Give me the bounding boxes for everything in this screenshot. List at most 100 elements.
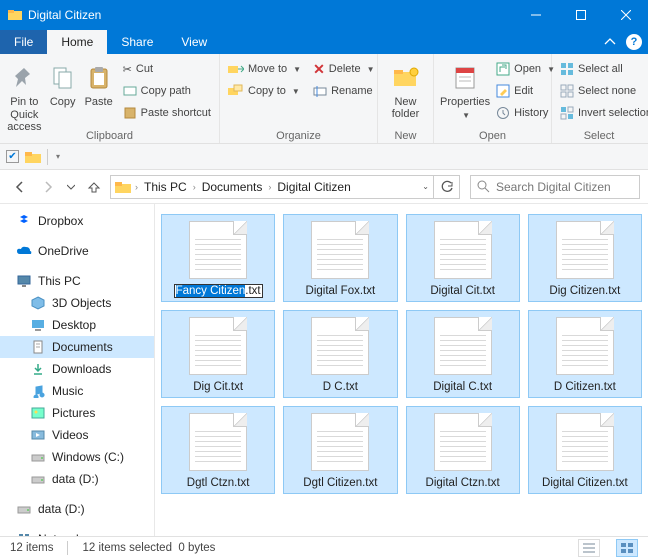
tree-cdrive[interactable]: Windows (C:) <box>0 446 154 468</box>
close-button[interactable] <box>603 0 648 30</box>
copy-button[interactable]: Copy <box>45 58 81 127</box>
qat-dropdown-icon[interactable]: ▾ <box>56 152 60 161</box>
tree-ddrive[interactable]: data (D:) <box>0 468 154 490</box>
address-bar[interactable]: › This PC › Documents › Digital Citizen … <box>110 175 434 199</box>
tree-ddrive-root[interactable]: data (D:) <box>0 498 154 520</box>
properties-icon <box>449 62 481 94</box>
file-item[interactable]: Fancy Citizen.txt <box>161 214 275 302</box>
objects3d-icon <box>30 295 46 311</box>
tree-music[interactable]: Music <box>0 380 154 402</box>
file-item[interactable]: Digital Ctzn.txt <box>406 406 520 494</box>
rename-icon <box>313 84 327 98</box>
tree-desktop[interactable]: Desktop <box>0 314 154 336</box>
search-icon <box>477 180 490 193</box>
invert-selection-button[interactable]: Invert selection <box>556 102 648 124</box>
address-dropdown-icon[interactable]: ⌄ <box>422 182 429 191</box>
status-bar: 12 items 12 items selected 0 bytes <box>0 536 648 558</box>
quick-access-row: ✔ ▾ <box>0 144 648 170</box>
new-folder-button[interactable]: New folder <box>382 58 429 127</box>
tab-share[interactable]: Share <box>107 30 167 54</box>
navigation-tree[interactable]: Dropbox OneDrive This PC 3D Objects Desk… <box>0 204 155 536</box>
file-item[interactable]: D Citizen.txt <box>528 310 642 398</box>
tree-network[interactable]: Network <box>0 528 154 536</box>
breadcrumb-documents[interactable]: Documents <box>200 180 265 194</box>
rename-input[interactable]: Fancy Citizen.txt <box>174 284 263 298</box>
history-icon <box>496 106 510 120</box>
move-icon <box>228 62 244 76</box>
open-icon <box>496 62 510 76</box>
up-button[interactable] <box>82 175 106 199</box>
file-item[interactable]: D C.txt <box>283 310 397 398</box>
tree-pictures[interactable]: Pictures <box>0 402 154 424</box>
file-pane[interactable]: Fancy Citizen.txtDigital Fox.txtDigital … <box>155 204 648 536</box>
tree-videos[interactable]: Videos <box>0 424 154 446</box>
file-item[interactable]: Digital Fox.txt <box>283 214 397 302</box>
copy-icon <box>47 62 79 94</box>
icons-view-button[interactable] <box>616 539 638 557</box>
pin-to-quick-access-button[interactable]: Pin to Quick access <box>4 58 45 127</box>
tree-3dobjects[interactable]: 3D Objects <box>0 292 154 314</box>
select-all-checkbox[interactable]: ✔ <box>6 150 19 163</box>
details-view-button[interactable] <box>578 539 600 557</box>
collapse-ribbon-icon[interactable] <box>604 36 616 48</box>
text-file-icon <box>556 413 614 471</box>
cut-button[interactable]: ✂Cut <box>119 58 215 80</box>
ribbon-group-new: New folder New <box>378 54 434 143</box>
maximize-button[interactable] <box>558 0 603 30</box>
copy-to-button[interactable]: Copy to▼ <box>224 80 305 102</box>
breadcrumb-thispc[interactable]: This PC <box>142 180 189 194</box>
text-file-icon <box>556 317 614 375</box>
forward-button[interactable] <box>36 175 60 199</box>
tab-home[interactable]: Home <box>47 30 107 54</box>
move-to-button[interactable]: Move to▼ <box>224 58 305 80</box>
properties-button[interactable]: Properties ▼ <box>438 58 492 127</box>
paste-button[interactable]: Paste <box>81 58 117 127</box>
file-item[interactable]: Digital Citizen.txt <box>528 406 642 494</box>
file-item[interactable]: Dgtl Citizen.txt <box>283 406 397 494</box>
file-item[interactable]: Digital Cit.txt <box>406 214 520 302</box>
file-item[interactable]: Dig Cit.txt <box>161 310 275 398</box>
history-button[interactable]: History <box>492 102 559 124</box>
file-name: Dig Cit.txt <box>193 381 243 393</box>
path-icon <box>123 84 137 98</box>
copy-path-button[interactable]: Copy path <box>119 80 215 102</box>
back-button[interactable] <box>8 175 32 199</box>
scissors-icon: ✂ <box>123 63 132 76</box>
select-none-button[interactable]: Select none <box>556 80 648 102</box>
onedrive-icon <box>16 243 32 259</box>
copyto-icon <box>228 84 244 98</box>
rename-button[interactable]: Rename <box>309 80 378 102</box>
file-item[interactable]: Digital C.txt <box>406 310 520 398</box>
tree-thispc[interactable]: This PC <box>0 270 154 292</box>
file-item[interactable]: Dig Citizen.txt <box>528 214 642 302</box>
file-item[interactable]: Dgtl Ctzn.txt <box>161 406 275 494</box>
delete-button[interactable]: ✕Delete▼ <box>309 58 378 80</box>
paste-shortcut-button[interactable]: Paste shortcut <box>119 102 215 124</box>
tree-dropbox[interactable]: Dropbox <box>0 210 154 232</box>
edit-button[interactable]: Edit <box>492 80 559 102</box>
ribbon-group-open: Properties ▼ Open▼ Edit History Open <box>434 54 552 143</box>
help-icon[interactable]: ? <box>626 34 642 50</box>
refresh-button[interactable] <box>434 175 460 199</box>
tab-file[interactable]: File <box>0 30 47 54</box>
ribbon-group-clipboard: Pin to Quick access Copy Paste ✂Cut Copy… <box>0 54 220 143</box>
documents-icon <box>30 339 46 355</box>
ribbon: Pin to Quick access Copy Paste ✂Cut Copy… <box>0 54 648 144</box>
shortcut-icon <box>123 106 137 120</box>
breadcrumb-current[interactable]: Digital Citizen <box>275 180 352 194</box>
recent-dropdown-icon[interactable] <box>64 175 78 199</box>
open-button[interactable]: Open▼ <box>492 58 559 80</box>
tree-documents[interactable]: Documents <box>0 336 154 358</box>
ribbon-group-select: Select all Select none Invert selection … <box>552 54 646 143</box>
search-input[interactable]: Search Digital Citizen <box>470 175 640 199</box>
folder-icon <box>115 180 131 194</box>
tree-onedrive[interactable]: OneDrive <box>0 240 154 262</box>
tree-downloads[interactable]: Downloads <box>0 358 154 380</box>
paste-icon <box>83 62 115 94</box>
select-all-button[interactable]: Select all <box>556 58 648 80</box>
pin-icon <box>8 62 40 94</box>
folder-icon <box>25 150 41 164</box>
text-file-icon <box>189 317 247 375</box>
tab-view[interactable]: View <box>167 30 221 54</box>
minimize-button[interactable] <box>513 0 558 30</box>
